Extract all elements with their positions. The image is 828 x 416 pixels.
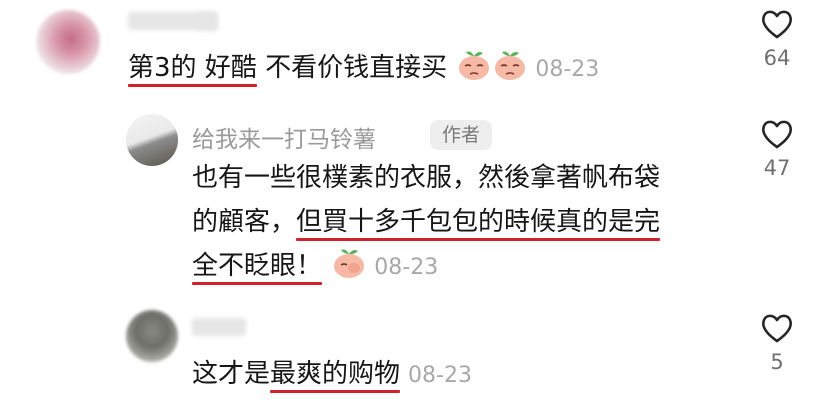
- comment-text-line2: 的顧客，但買十多千包包的時候真的是完: [192, 200, 660, 244]
- heart-icon: [762, 120, 792, 149]
- comment-text: 第3的 好酷 不看价钱直接买 08-23: [128, 46, 599, 92]
- avatar[interactable]: [126, 114, 178, 166]
- author-badge: 作者: [430, 120, 493, 150]
- comment-body: 也有一些很樸素的衣服，然後拿著帆布袋: [192, 163, 661, 193]
- like-button[interactable]: 5: [752, 312, 802, 374]
- heart-icon: [762, 10, 792, 39]
- like-button[interactable]: 47: [752, 118, 802, 180]
- underlined-text: 但買十多千包包的時候真的是完: [296, 207, 661, 237]
- username-blurred[interactable]: [192, 318, 246, 336]
- comment-date: 08-23: [535, 57, 600, 82]
- comment-text-line1: 也有一些很樸素的衣服，然後拿著帆布袋: [192, 156, 660, 200]
- heart-icon: [762, 314, 792, 343]
- comment-date: 08-23: [408, 363, 472, 388]
- comment-text: 这才是最爽的购物 08-23: [192, 352, 472, 398]
- username-blurred-suffix: [196, 12, 218, 30]
- comment-text-line3: 全不眨眼！ 08-23: [192, 244, 438, 290]
- comment-body: 这才是: [192, 359, 271, 389]
- peach-smirk-emoji: [459, 51, 490, 80]
- underlined-text: 最爽的购物: [270, 359, 401, 389]
- comment-body: 不看价钱直接买: [256, 53, 448, 83]
- comment-body: 的顧客，: [192, 207, 297, 237]
- underlined-text: 第3的 好酷: [128, 53, 257, 83]
- avatar[interactable]: [126, 310, 178, 362]
- comment-3: 这才是最爽的购物 08-23 5: [0, 300, 828, 416]
- comment-1: 第3的 好酷 不看价钱直接买 08-23 64: [0, 0, 828, 110]
- like-button[interactable]: 64: [752, 8, 802, 70]
- comment-2-reply: 给我来一打马铃薯 作者 也有一些很樸素的衣服，然後拿著帆布袋 的顧客，但買十多千…: [0, 110, 828, 300]
- comment-date: 08-23: [374, 255, 439, 280]
- like-count: 5: [770, 350, 784, 374]
- peach-facepalm-emoji: [334, 249, 365, 278]
- username[interactable]: 给我来一打马铃薯: [192, 120, 376, 154]
- avatar[interactable]: [36, 10, 100, 74]
- like-count: 64: [763, 46, 791, 70]
- peach-smirk-emoji: [495, 51, 526, 80]
- underlined-text: 全不眨眼！: [192, 251, 323, 281]
- like-count: 47: [763, 156, 791, 180]
